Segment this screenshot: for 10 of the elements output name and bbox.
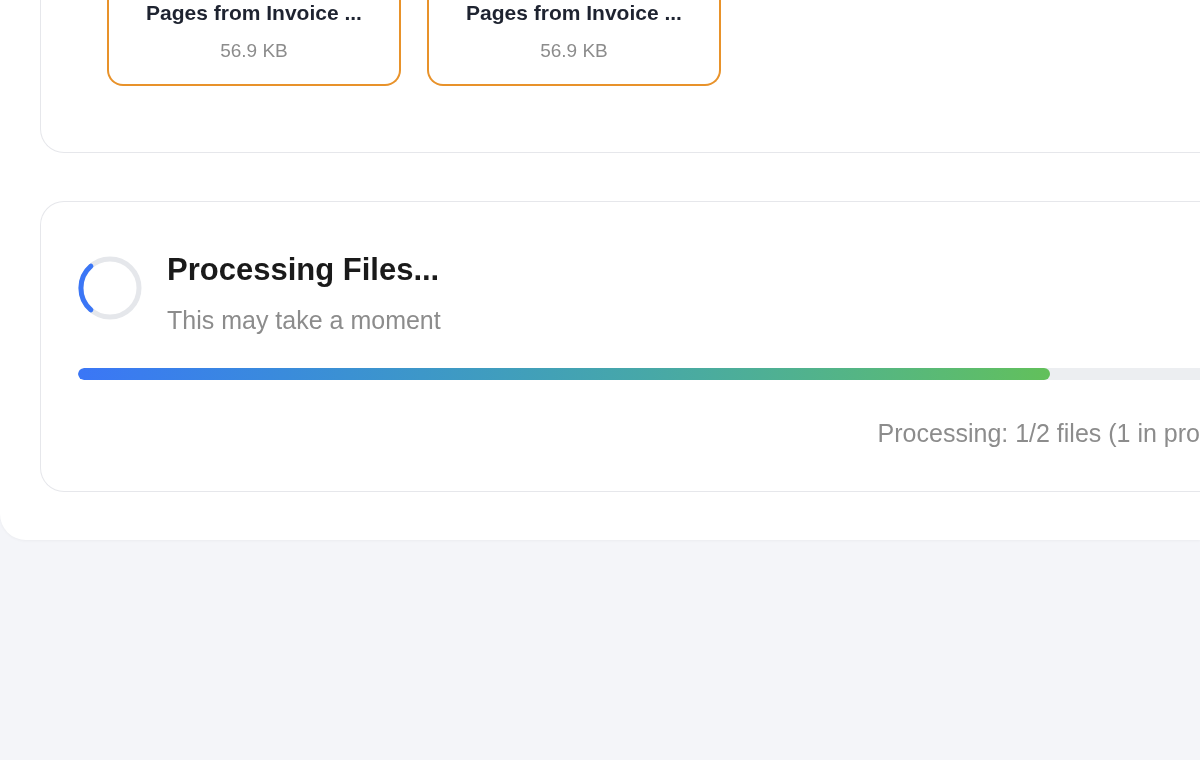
processing-subtitle: This may take a moment [167,305,441,336]
file-card[interactable]: Pages from Invoice ... 56.9 KB [107,0,401,86]
spinner-icon [78,256,142,320]
processing-title: Processing Files... [167,251,441,289]
file-name: Pages from Invoice ... [466,0,682,26]
processing-status: Processing: 1/2 files (1 in pro [877,418,1200,449]
file-card[interactable]: Pages from Invoice ... 56.9 KB [427,0,721,86]
file-size: 56.9 KB [220,40,288,62]
file-size: 56.9 KB [540,40,608,62]
file-name: Pages from Invoice ... [146,0,362,26]
